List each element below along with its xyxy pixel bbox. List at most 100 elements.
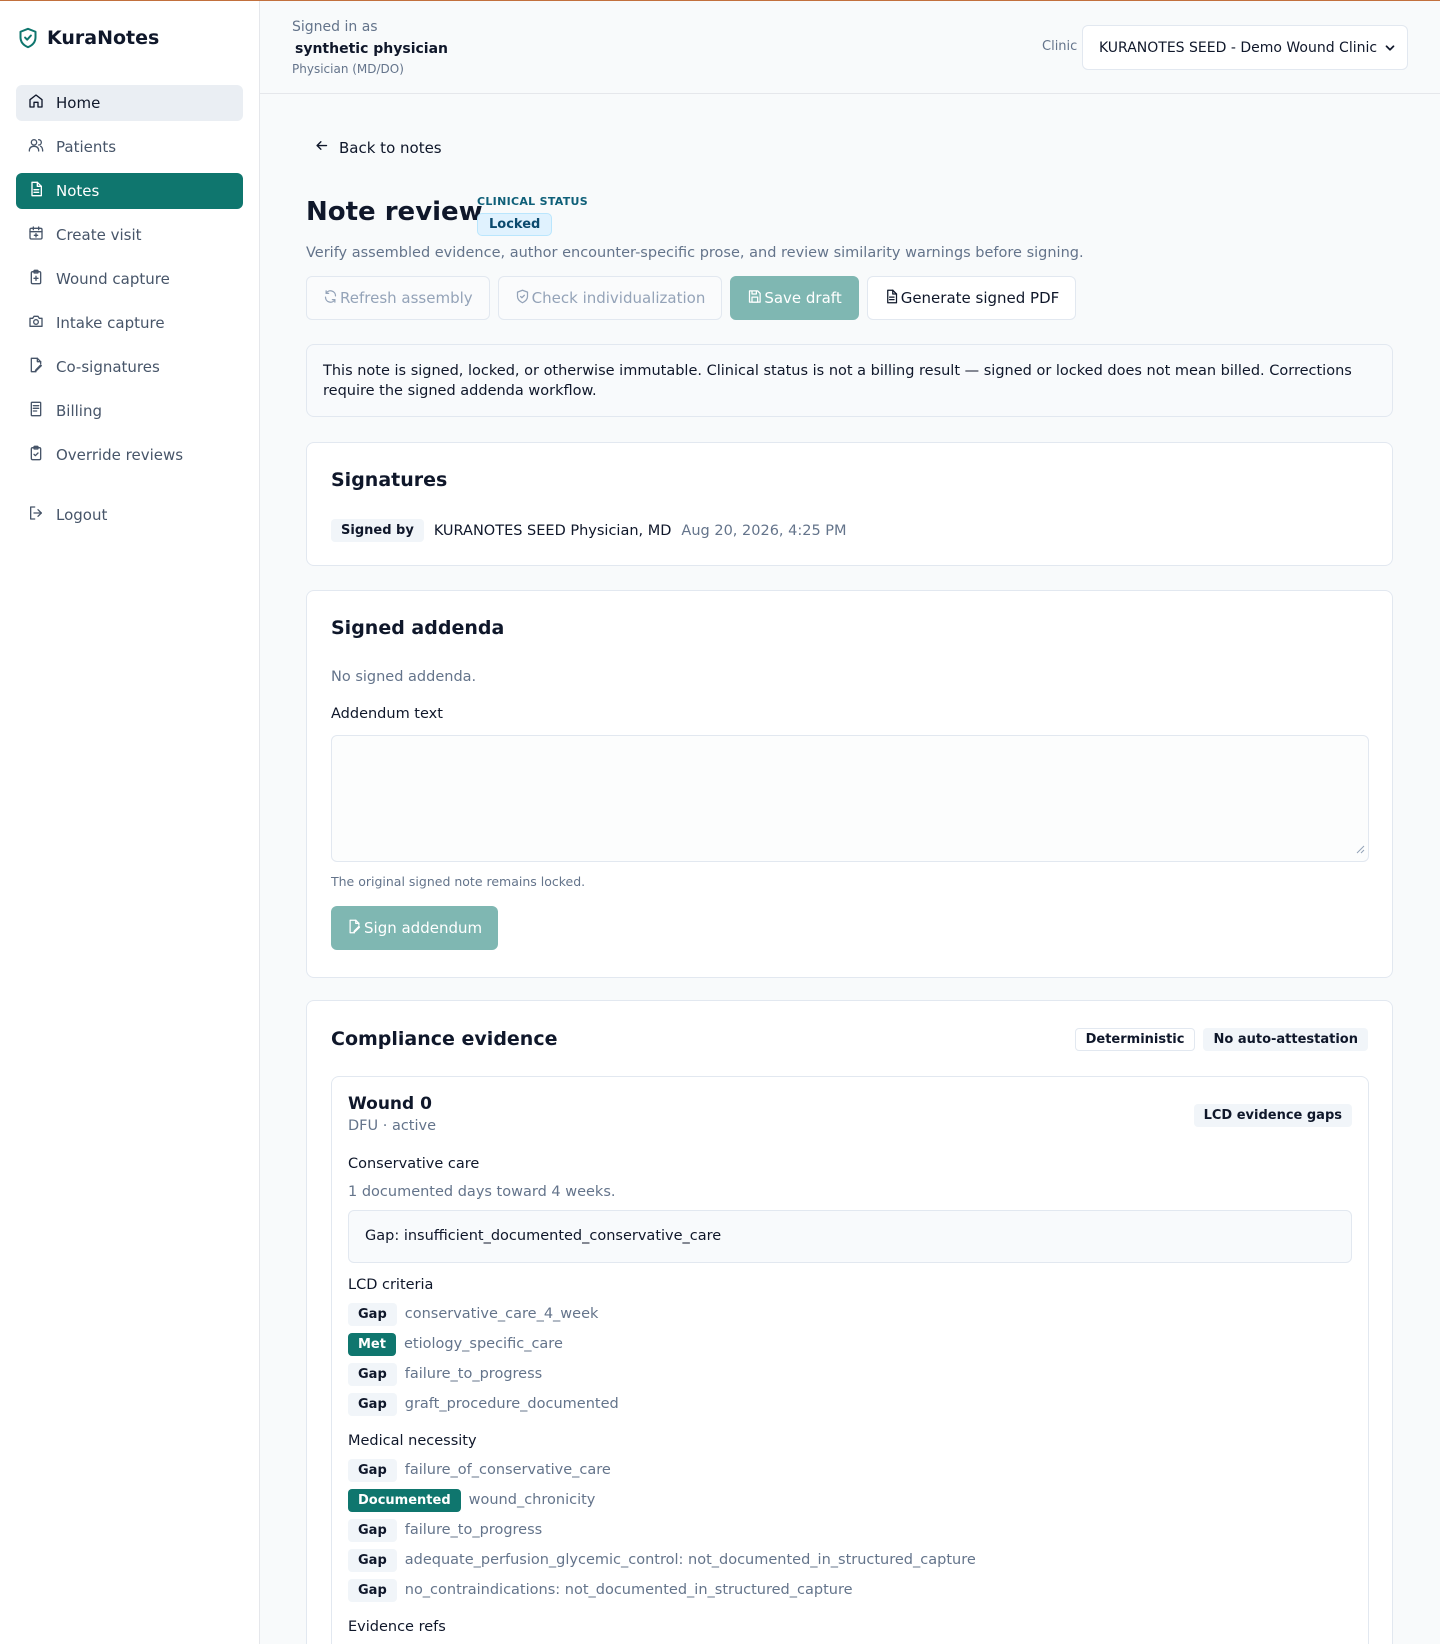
criterion-text: failure_of_conservative_care — [404, 1462, 611, 1478]
logout-label: Logout — [56, 506, 108, 524]
criterion-text: etiology_specific_care — [403, 1336, 563, 1352]
addendum-help-text: The original signed note remains locked. — [331, 874, 586, 889]
user-role: Physician (MD/DO) — [292, 62, 404, 76]
clipboard-plus-icon — [28, 269, 44, 289]
list-item: Gap failure_of_conservative_care — [348, 1455, 976, 1485]
wound-title: Wound 0 — [348, 1094, 432, 1114]
criterion-text: failure_to_progress — [404, 1366, 543, 1382]
sidebar-item-label: Billing — [56, 402, 102, 420]
sidebar-item-co-signatures[interactable]: Co-signatures — [16, 349, 243, 385]
gap-badge: Gap — [348, 1458, 397, 1482]
sidebar-item-label: Home — [56, 94, 101, 112]
page-subtitle: Verify assembled evidence, author encoun… — [306, 245, 1084, 261]
action-toolbar: Refresh assembly Check individualization… — [306, 276, 1077, 320]
gap-badge: Gap — [348, 1362, 397, 1386]
sign-addendum-label: Sign addendum — [364, 919, 483, 937]
brand-name: KuraNotes — [47, 27, 160, 49]
criterion-text: conservative_care_4_week — [404, 1306, 599, 1322]
met-badge: Met — [348, 1332, 396, 1356]
immutability-notice: This note is signed, locked, or otherwis… — [306, 344, 1393, 417]
signatures-heading: Signatures — [331, 469, 448, 491]
sidebar-item-label: Wound capture — [56, 270, 170, 288]
sidebar-item-patients[interactable]: Patients — [16, 129, 243, 165]
signer-name: KURANOTES SEED Physician, MD — [433, 522, 672, 539]
deterministic-badge: Deterministic — [1074, 1028, 1196, 1051]
gap-badge: Gap — [348, 1548, 397, 1572]
brand[interactable]: KuraNotes — [18, 27, 159, 49]
lcd-criteria-label: LCD criteria — [348, 1277, 434, 1293]
list-item: Gap adequate_perfusion_glycemic_control:… — [348, 1545, 976, 1575]
sidebar-item-label: Intake capture — [56, 314, 165, 332]
clinic-select[interactable]: KURANOTES SEED - Demo Wound Clinic — [1082, 25, 1408, 70]
list-item: Documented wound_chronicity — [348, 1485, 976, 1515]
back-link-label: Back to notes — [339, 138, 442, 157]
criterion-text: failure_to_progress — [404, 1522, 543, 1538]
criterion-text: adequate_perfusion_glycemic_control: not… — [404, 1552, 976, 1568]
lcd-criteria-list: Gap conservative_care_4_week Met etiolog… — [348, 1299, 619, 1419]
top-header: Signed in as synthetic physician Physici… — [260, 1, 1440, 94]
criterion-text: no_contraindications: not_documented_in_… — [404, 1582, 853, 1598]
refresh-icon — [323, 289, 338, 308]
clipboard-check-icon — [28, 445, 44, 465]
signed-addenda-heading: Signed addenda — [331, 617, 505, 639]
refresh-assembly-button[interactable]: Refresh assembly — [306, 276, 490, 320]
conservative-care-text: 1 documented days toward 4 weeks. — [348, 1184, 616, 1200]
sidebar-item-label: Override reviews — [56, 446, 184, 464]
sidebar: KuraNotes Home Patients Notes Create vis… — [0, 1, 260, 1644]
generate-signed-pdf-button[interactable]: Generate signed PDF — [866, 276, 1077, 320]
logout-icon — [28, 505, 44, 525]
users-icon — [28, 137, 44, 157]
logout-button[interactable]: Logout — [16, 497, 243, 533]
refresh-assembly-label: Refresh assembly — [340, 289, 473, 307]
resize-grip-icon[interactable] — [1355, 839, 1365, 858]
sign-addendum-button[interactable]: Sign addendum — [331, 906, 499, 950]
signature-timestamp: Aug 20, 2026, 4:25 PM — [681, 522, 847, 539]
compliance-evidence-card: Compliance evidence Deterministic No aut… — [306, 1000, 1393, 1644]
list-item: Gap failure_to_progress — [348, 1359, 619, 1389]
lcd-evidence-gaps-badge: LCD evidence gaps — [1193, 1104, 1352, 1127]
check-individualization-button[interactable]: Check individualization — [497, 276, 723, 320]
list-item: Met etiology_specific_care — [348, 1329, 619, 1359]
sidebar-item-create-visit[interactable]: Create visit — [16, 217, 243, 253]
sidebar-item-home[interactable]: Home — [16, 85, 243, 121]
addendum-text-label: Addendum text — [331, 706, 443, 722]
file-text-icon — [28, 181, 44, 201]
shield-check-icon — [515, 289, 530, 308]
addendum-textarea[interactable] — [331, 735, 1369, 862]
calendar-plus-icon — [28, 225, 44, 245]
sidebar-item-override-reviews[interactable]: Override reviews — [16, 437, 243, 473]
list-item: Gap graft_procedure_documented — [348, 1389, 619, 1419]
clinical-status-caption: CLINICAL STATUS — [477, 195, 588, 208]
wound-card: Wound 0 DFU · active LCD evidence gaps C… — [331, 1076, 1369, 1644]
status-badge: Locked — [477, 213, 553, 236]
arrow-left-icon — [314, 138, 329, 157]
sidebar-item-notes[interactable]: Notes — [16, 173, 243, 209]
evidence-refs-label: Evidence refs — [348, 1619, 446, 1635]
home-icon — [28, 93, 44, 113]
criterion-text: graft_procedure_documented — [404, 1396, 619, 1412]
signed-addenda-card: Signed addenda No signed addenda. Addend… — [306, 590, 1393, 978]
sidebar-item-label: Create visit — [56, 226, 142, 244]
signatures-card: Signatures Signed by KURANOTES SEED Phys… — [306, 442, 1393, 566]
gap-badge: Gap — [348, 1392, 397, 1416]
gap-badge: Gap — [348, 1518, 397, 1542]
sidebar-item-billing[interactable]: Billing — [16, 393, 243, 429]
save-draft-label: Save draft — [764, 289, 842, 307]
compliance-badges: Deterministic No auto-attestation — [1074, 1028, 1368, 1051]
back-to-notes-link[interactable]: Back to notes — [314, 138, 442, 157]
clinic-select-value: KURANOTES SEED - Demo Wound Clinic — [1099, 39, 1378, 56]
signature-row: Signed by KURANOTES SEED Physician, MD A… — [331, 519, 847, 542]
file-pen-icon — [28, 357, 44, 377]
signed-by-badge: Signed by — [331, 519, 424, 542]
user-name: synthetic physician — [295, 41, 449, 57]
signed-in-label: Signed in as — [292, 19, 378, 35]
generate-pdf-label: Generate signed PDF — [900, 289, 1060, 307]
page-title: Note review — [306, 197, 483, 227]
sidebar-item-intake-capture[interactable]: Intake capture — [16, 305, 243, 341]
sidebar-item-wound-capture[interactable]: Wound capture — [16, 261, 243, 297]
save-draft-button[interactable]: Save draft — [730, 276, 859, 320]
wound-subtitle: DFU · active — [348, 1118, 437, 1134]
medical-necessity-list: Gap failure_of_conservative_care Documen… — [348, 1455, 976, 1605]
chevron-down-icon — [1383, 41, 1397, 59]
save-icon — [747, 289, 762, 308]
